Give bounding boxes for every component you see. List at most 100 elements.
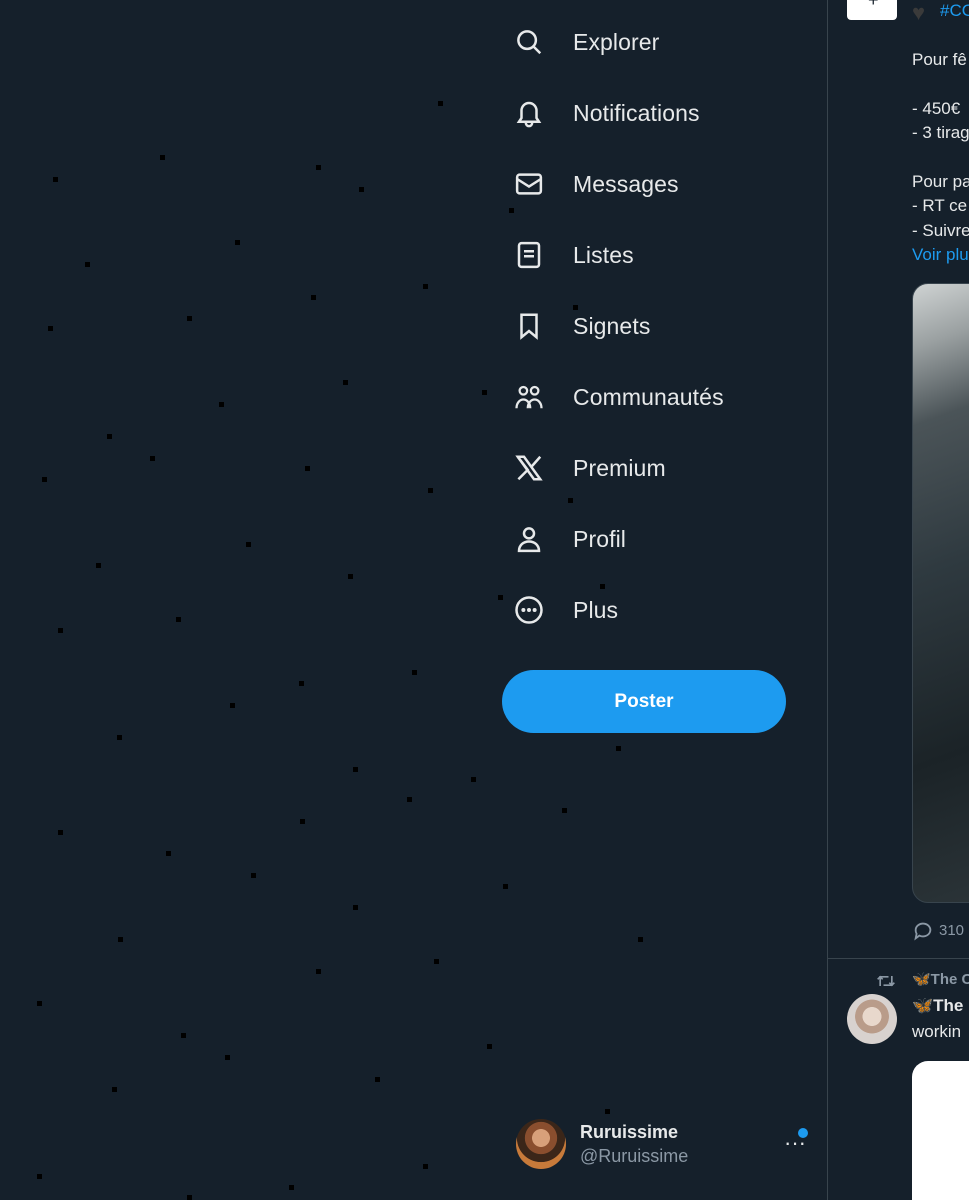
tweet-text-line: - RT ce bbox=[912, 196, 968, 215]
nav-item-profile[interactable]: Profil bbox=[514, 511, 774, 567]
nav-item-notifications[interactable]: Notifications bbox=[514, 85, 774, 141]
star-dot bbox=[96, 563, 101, 568]
star-dot bbox=[225, 1055, 230, 1060]
star-dot bbox=[568, 498, 573, 503]
star-dot bbox=[42, 477, 47, 482]
search-icon bbox=[514, 27, 544, 57]
star-dot bbox=[107, 434, 112, 439]
nav-item-label: Plus bbox=[573, 596, 619, 623]
star-dot bbox=[316, 969, 321, 974]
account-switcher[interactable]: Ruruissime @Ruruissime ··· bbox=[510, 1112, 810, 1176]
star-dot bbox=[428, 488, 433, 493]
star-dot bbox=[117, 735, 122, 740]
nav-item-label: Signets bbox=[573, 312, 651, 339]
tweet-media-image[interactable] bbox=[912, 283, 969, 903]
star-dot bbox=[235, 240, 240, 245]
tweet-divider bbox=[828, 958, 969, 959]
avatar bbox=[516, 1119, 566, 1169]
star-dot bbox=[562, 808, 567, 813]
star-dot bbox=[487, 1044, 492, 1049]
list-icon bbox=[514, 240, 544, 270]
tweet-text-line: workin bbox=[912, 1022, 962, 1041]
nav-item-bookmarks[interactable]: Signets bbox=[514, 298, 774, 354]
star-dot bbox=[300, 819, 305, 824]
star-dot bbox=[289, 1185, 294, 1190]
tweet-avatar[interactable] bbox=[847, 994, 897, 1044]
nav-item-label: Notifications bbox=[573, 99, 700, 126]
star-dot bbox=[353, 767, 358, 772]
x-logo-icon bbox=[514, 453, 544, 483]
star-dot bbox=[407, 797, 412, 802]
star-dot bbox=[176, 617, 181, 622]
nav-item-more[interactable]: Plus bbox=[514, 582, 774, 638]
star-dot bbox=[58, 628, 63, 633]
account-handle: @Ruruissime bbox=[580, 1146, 689, 1166]
heart-icon: ♥ bbox=[912, 0, 926, 25]
tweet-author-name[interactable]: 🦋The bbox=[912, 996, 963, 1016]
nav-item-label: Communautés bbox=[573, 383, 724, 410]
star-dot bbox=[187, 316, 192, 321]
retweeted-by-label[interactable]: 🦋The C bbox=[912, 970, 969, 988]
bell-icon bbox=[514, 98, 544, 128]
nav-item-label: Premium bbox=[573, 454, 666, 481]
star-dot bbox=[316, 165, 321, 170]
nav-item-communities[interactable]: Communautés bbox=[514, 369, 774, 425]
nav-item-explorer[interactable]: Explorer bbox=[514, 14, 774, 70]
star-dot bbox=[246, 542, 251, 547]
more-circle-icon bbox=[514, 595, 544, 625]
star-dot bbox=[503, 884, 508, 889]
star-dot bbox=[311, 295, 316, 300]
star-dot bbox=[150, 456, 155, 461]
star-dot bbox=[187, 1195, 192, 1200]
tweet-text-line: Pour fê bbox=[912, 50, 967, 69]
star-dot bbox=[181, 1033, 186, 1038]
star-dot bbox=[112, 1087, 117, 1092]
tweet-text-line: - 3 tirag bbox=[912, 123, 969, 142]
bookmark-icon bbox=[514, 311, 544, 341]
reply-icon[interactable] bbox=[912, 920, 934, 942]
star-dot bbox=[423, 284, 428, 289]
communities-icon bbox=[514, 382, 544, 412]
nav-item-label: Explorer bbox=[573, 28, 660, 55]
tweet-text-line: - 450€ bbox=[912, 99, 961, 118]
star-dot bbox=[616, 746, 621, 751]
star-dot bbox=[438, 101, 443, 106]
star-dot bbox=[423, 1164, 428, 1169]
nav-item-premium[interactable]: Premium bbox=[514, 440, 774, 496]
hashtag-link[interactable]: #CO bbox=[940, 1, 969, 21]
nav-item-lists[interactable]: Listes bbox=[514, 227, 774, 283]
star-dot bbox=[482, 390, 487, 395]
tweet-media-image[interactable] bbox=[912, 1061, 969, 1200]
nav-item-label: Listes bbox=[573, 241, 634, 268]
see-more-link[interactable]: Voir plu bbox=[912, 245, 969, 265]
star-dot bbox=[166, 851, 171, 856]
star-dot bbox=[353, 905, 358, 910]
tweet-text-line: - Suivre bbox=[912, 221, 969, 240]
star-dot bbox=[375, 1077, 380, 1082]
star-dot bbox=[219, 402, 224, 407]
star-dot bbox=[638, 937, 643, 942]
star-dot bbox=[118, 937, 123, 942]
star-dot bbox=[85, 262, 90, 267]
star-dot bbox=[230, 703, 235, 708]
star-dot bbox=[58, 830, 63, 835]
star-dot bbox=[498, 595, 503, 600]
star-dot bbox=[48, 326, 53, 331]
person-icon bbox=[514, 524, 544, 554]
star-dot bbox=[53, 177, 58, 182]
star-dot bbox=[471, 777, 476, 782]
star-dot bbox=[434, 959, 439, 964]
reply-count: 310 bbox=[939, 922, 965, 939]
post-button[interactable]: Poster bbox=[502, 670, 786, 733]
star-dot bbox=[348, 574, 353, 579]
timeline-feed: + ♥ #CO Pour fê - 450€ - 3 tirag Pour pa… bbox=[828, 0, 969, 1200]
star-dot bbox=[359, 187, 364, 192]
envelope-icon bbox=[514, 169, 544, 199]
nav-item-label: Profil bbox=[573, 525, 627, 552]
star-dot bbox=[305, 466, 310, 471]
nav-item-messages[interactable]: Messages bbox=[514, 156, 774, 212]
star-dot bbox=[251, 873, 256, 878]
account-name: Ruruissime bbox=[580, 1122, 679, 1142]
star-dot bbox=[160, 155, 165, 160]
tweet-avatar[interactable]: + bbox=[847, 0, 897, 20]
